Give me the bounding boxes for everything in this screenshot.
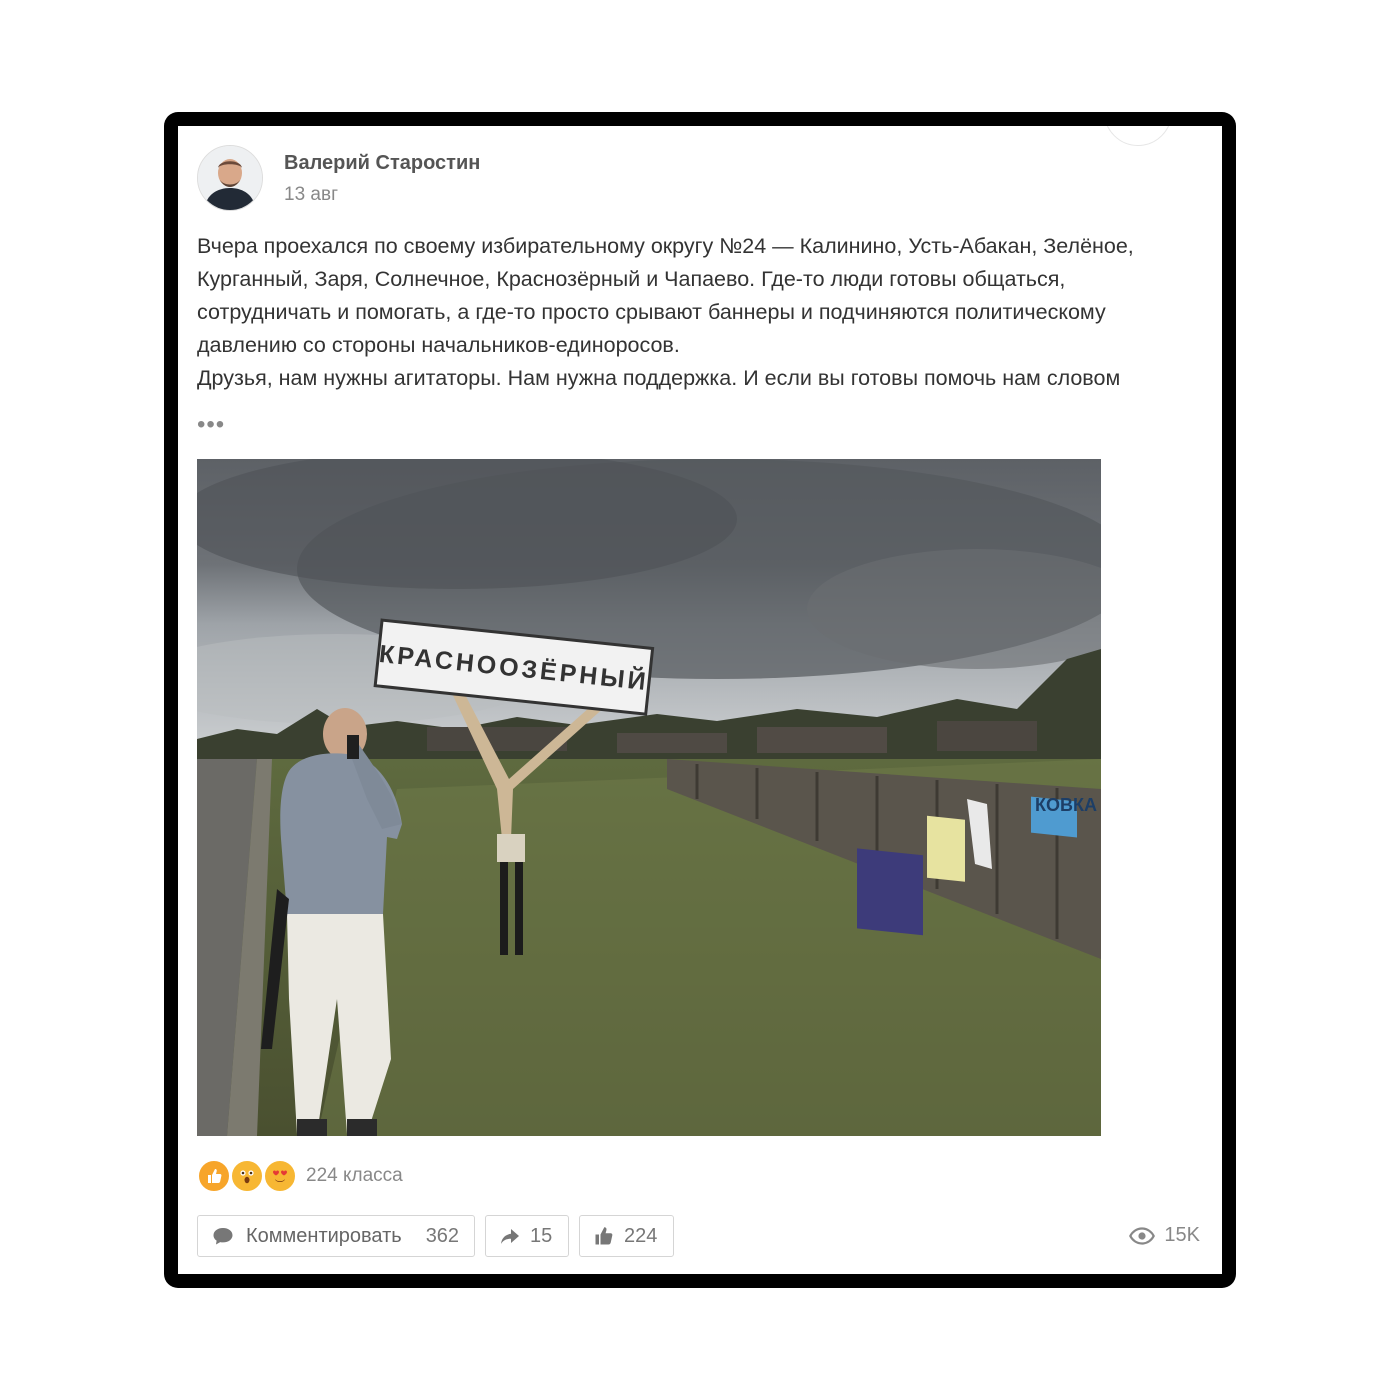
comment-label: Комментировать	[246, 1224, 402, 1247]
like-button[interactable]: 224	[579, 1215, 674, 1257]
thumbs-up-icon	[595, 1227, 613, 1245]
surprised-face-icon	[230, 1159, 264, 1193]
post-date[interactable]: 13 авг	[284, 184, 338, 206]
views-counter: 15K	[1129, 1224, 1200, 1247]
reactions-count[interactable]: 224 класса	[306, 1165, 403, 1187]
thumbs-up-icon	[197, 1159, 231, 1193]
avatar[interactable]	[197, 145, 263, 211]
share-count: 15	[530, 1224, 553, 1247]
post-photo[interactable]: КОВКА КРАСНООЗЁРНЫЙ	[197, 459, 1101, 1136]
heart-eyes-icon	[263, 1159, 297, 1193]
like-count: 224	[624, 1224, 658, 1247]
fence-sign-text: КОВКА	[1035, 795, 1097, 815]
expand-text-button[interactable]: •••	[197, 413, 225, 437]
post-text: Вчера проехался по своему избирательному…	[197, 230, 1202, 412]
reactions-bar[interactable]: 224 класса	[197, 1159, 403, 1193]
menu-circle-button[interactable]	[1104, 126, 1172, 146]
comment-icon	[213, 1228, 233, 1245]
author-name[interactable]: Валерий Старостин	[284, 152, 480, 175]
comment-button[interactable]: Комментировать 362	[197, 1215, 475, 1257]
post-card: Валерий Старостин 13 авг Вчера проехался…	[178, 126, 1222, 1274]
eye-icon	[1129, 1226, 1156, 1245]
share-button[interactable]: 15	[485, 1215, 569, 1257]
comment-count: 362	[425, 1224, 460, 1247]
post-actions: Комментировать 362 15 224	[197, 1215, 674, 1257]
text-fade	[197, 388, 1202, 412]
views-count: 15K	[1164, 1224, 1200, 1246]
post-text-paragraph: Вчера проехался по своему избирательному…	[197, 234, 1134, 357]
share-arrow-icon	[501, 1229, 519, 1244]
